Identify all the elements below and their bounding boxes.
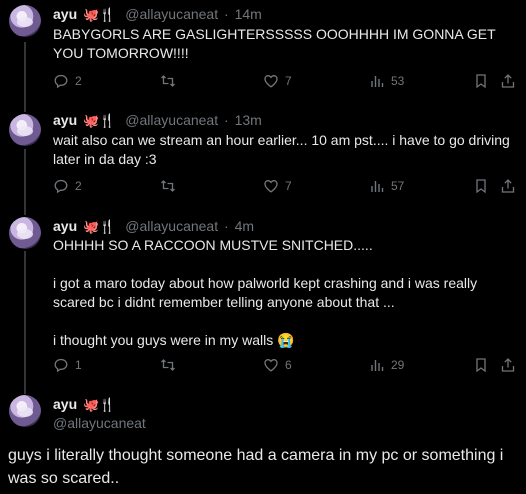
tweet[interactable]: ayu 🐙🍴 @allayucaneat · 13m wait also can… (0, 110, 526, 214)
bookmark-icon (476, 74, 486, 89)
display-name[interactable]: ayu (53, 112, 77, 128)
display-name[interactable]: ayu (53, 396, 77, 412)
share-button[interactable] (500, 73, 516, 89)
reply-icon (54, 74, 68, 89)
display-name[interactable]: ayu (53, 6, 77, 22)
tweet-line: wait also can we stream an hour earlier.… (53, 132, 510, 167)
tweet-actions: 2 7 53 (53, 73, 518, 93)
timestamp[interactable]: 4m (235, 218, 254, 234)
retweet-icon (161, 75, 175, 87)
share-button[interactable] (500, 178, 516, 194)
bookmark-button[interactable] (473, 73, 489, 89)
retweet-icon (161, 180, 175, 192)
tweet-actions: 1 6 29 (53, 357, 518, 377)
tweet-line: BABYGORLS ARE GASLIGHTERSSSSS OOOHHHH IM… (53, 26, 496, 61)
view-count: 53 (391, 74, 405, 88)
retweet-button[interactable] (160, 357, 176, 373)
avatar[interactable] (9, 395, 41, 427)
retweet-button[interactable] (160, 178, 176, 194)
bookmark-icon (476, 179, 486, 194)
view-count: 57 (391, 179, 405, 193)
retweet-icon (161, 359, 175, 371)
bookmark-icon (476, 358, 486, 373)
like-count: 7 (285, 74, 292, 88)
user-handle[interactable]: @allayucaneat (125, 112, 218, 128)
name-emoji: 🐙🍴 (83, 219, 116, 234)
bookmark-button[interactable] (473, 178, 489, 194)
like-icon (264, 180, 278, 193)
tweet-text: OHHHH SO A RACCOON MUSTVE SNITCHED..... … (53, 236, 523, 350)
tweet-header: ayu 🐙🍴 @allayucaneat · 4m (53, 218, 254, 235)
timestamp[interactable]: 14m (235, 6, 262, 22)
avatar[interactable] (9, 5, 41, 37)
tweet-text: BABYGORLS ARE GASLIGHTERSSSSS OOOHHHH IM… (53, 25, 523, 63)
views-button[interactable]: 29 (369, 357, 404, 373)
avatar[interactable] (9, 217, 41, 249)
tweet-header: ayu 🐙🍴 (53, 396, 115, 413)
user-handle[interactable]: @allayucaneat (125, 218, 218, 234)
avatar[interactable] (9, 114, 41, 146)
like-button[interactable]: 6 (263, 357, 292, 373)
like-icon (264, 75, 278, 88)
tweet-actions: 2 7 57 (53, 178, 518, 198)
name-emoji: 🐙🍴 (83, 7, 116, 22)
tweet-text: wait also can we stream an hour earlier.… (53, 131, 523, 169)
bookmark-button[interactable] (473, 357, 489, 373)
reply-button[interactable]: 2 (53, 178, 82, 194)
reply-count: 2 (75, 74, 82, 88)
tweet-header: ayu 🐙🍴 @allayucaneat · 14m (53, 6, 262, 23)
views-icon (371, 360, 384, 371)
reply-count: 2 (75, 179, 82, 193)
tweet-header: ayu 🐙🍴 @allayucaneat · 13m (53, 112, 262, 129)
tweet-line: i thought you guys were in my walls 😭 (53, 332, 295, 348)
name-emoji: 🐙🍴 (83, 113, 116, 128)
share-icon (501, 74, 515, 88)
share-icon (501, 358, 515, 372)
separator-dot: · (224, 6, 229, 22)
like-button[interactable]: 7 (263, 178, 292, 194)
tweet[interactable]: ayu 🐙🍴 @allayucaneat · 14m BABYGORLS ARE… (0, 0, 526, 110)
share-button[interactable] (500, 357, 516, 373)
like-button[interactable]: 7 (263, 73, 292, 89)
retweet-button[interactable] (160, 73, 176, 89)
tweet-line: i got a maro today about how palworld ke… (53, 275, 478, 310)
separator-dot: · (224, 112, 229, 128)
share-icon (501, 179, 515, 193)
reply-icon (54, 358, 68, 373)
reply-icon (54, 179, 68, 194)
like-count: 6 (285, 358, 292, 372)
display-name[interactable]: ayu (53, 218, 77, 234)
views-icon (371, 76, 384, 87)
tweet-line: OHHHH SO A RACCOON MUSTVE SNITCHED..... (53, 237, 373, 253)
tweet[interactable]: ayu 🐙🍴 @allayucaneat · 4m OHHHH SO A RAC… (0, 214, 526, 390)
separator-dot: · (224, 218, 229, 234)
views-button[interactable]: 57 (369, 178, 404, 194)
tweet-text: guys i literally thought someone had a c… (8, 447, 504, 487)
user-handle[interactable]: @allayucaneat (53, 415, 146, 431)
reply-button[interactable]: 2 (53, 73, 82, 89)
views-icon (371, 181, 384, 192)
view-count: 29 (391, 358, 405, 372)
views-button[interactable]: 53 (369, 73, 404, 89)
reply-button[interactable]: 1 (53, 357, 82, 373)
user-handle[interactable]: @allayucaneat (125, 6, 218, 22)
name-emoji: 🐙🍴 (83, 397, 116, 412)
timestamp[interactable]: 13m (235, 112, 262, 128)
like-count: 7 (285, 179, 292, 193)
like-icon (264, 359, 278, 372)
reply-count: 1 (75, 358, 82, 372)
